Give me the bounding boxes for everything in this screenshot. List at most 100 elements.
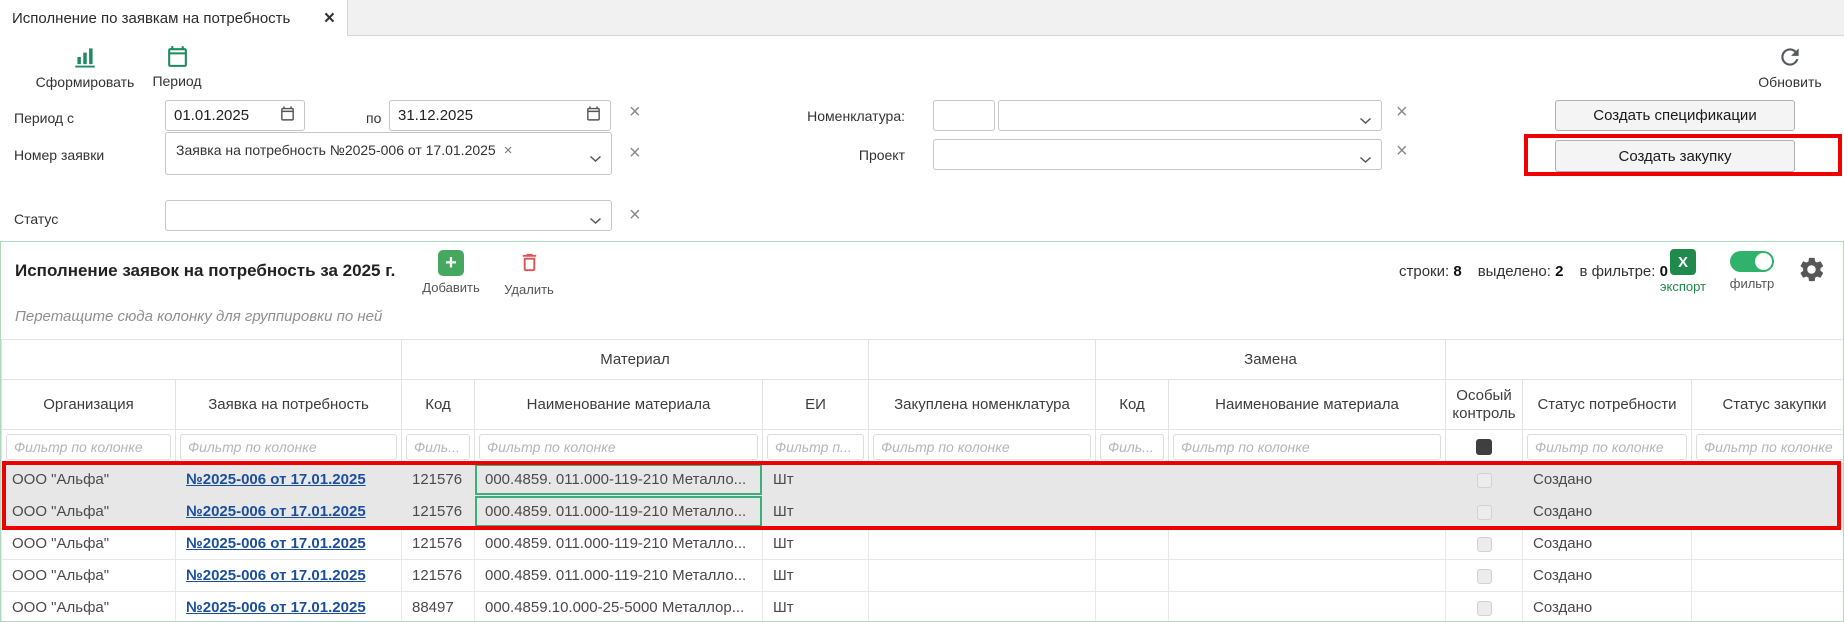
- period-button[interactable]: Период: [146, 44, 208, 89]
- request-cell: №2025-006 от 17.01.2025: [176, 496, 402, 528]
- material-cell[interactable]: 000.4859.10.000-25-5000 Металлор...: [475, 592, 763, 622]
- column-header-code[interactable]: Код: [402, 380, 475, 430]
- filter-input-need-status[interactable]: [1527, 434, 1687, 460]
- column-header-replacement-material[interactable]: Наименование материала: [1169, 380, 1446, 430]
- period-clear-icon[interactable]: ×: [629, 102, 641, 122]
- request-link[interactable]: №2025-006 от 17.01.2025: [186, 599, 366, 616]
- period-to-input[interactable]: 31.12.2025: [389, 100, 611, 131]
- nomenclature-clear-icon[interactable]: ×: [1396, 102, 1408, 122]
- filter-input-org[interactable]: [6, 434, 171, 460]
- filter-input-code[interactable]: [406, 434, 470, 460]
- project-clear-icon[interactable]: ×: [1396, 141, 1408, 161]
- period-to-value: 31.12.2025: [398, 107, 473, 124]
- tab-close-icon[interactable]: ×: [324, 9, 335, 28]
- table-row[interactable]: ООО "Альфа" №2025-006 от 17.01.2025 1215…: [2, 464, 1844, 496]
- org-cell: ООО "Альфа": [2, 496, 176, 528]
- filter-input-purchase-status[interactable]: [1696, 434, 1843, 460]
- row-checkbox[interactable]: [1477, 505, 1492, 520]
- status-clear-icon[interactable]: ×: [629, 205, 641, 225]
- filter-input-purchased[interactable]: [873, 434, 1091, 460]
- create-specifications-button[interactable]: Создать спецификации: [1555, 100, 1795, 131]
- generate-label: Сформировать: [36, 74, 135, 90]
- export-excel-button[interactable]: X экспорт: [1655, 249, 1711, 294]
- need-status-cell: Создано: [1523, 592, 1692, 622]
- column-header-request[interactable]: Заявка на потребность: [176, 380, 402, 430]
- grid-panel: Исполнение заявок на потребность за 2025…: [0, 241, 1844, 622]
- request-link[interactable]: №2025-006 от 17.01.2025: [186, 535, 366, 552]
- chevron-down-icon[interactable]: [589, 150, 602, 168]
- date-picker-icon[interactable]: [585, 105, 602, 126]
- filter-input-replacement-material[interactable]: [1173, 434, 1441, 460]
- column-header-org[interactable]: Организация: [2, 380, 176, 430]
- nomenclature-combo[interactable]: [998, 100, 1382, 131]
- replacement-material-cell: [1169, 560, 1446, 592]
- purchase-status-cell: [1692, 592, 1844, 622]
- project-combo[interactable]: [933, 139, 1382, 170]
- toggle-on-icon[interactable]: [1730, 251, 1774, 272]
- row-checkbox[interactable]: [1477, 473, 1492, 488]
- request-link[interactable]: №2025-006 от 17.01.2025: [186, 567, 366, 584]
- settings-button[interactable]: [1797, 255, 1826, 289]
- row-checkbox[interactable]: [1477, 569, 1492, 584]
- column-header-need-status[interactable]: Статус потребности: [1523, 380, 1692, 430]
- filter-input-replacement-code[interactable]: [1100, 434, 1164, 460]
- table-row[interactable]: ООО "Альфа" №2025-006 от 17.01.2025 1215…: [2, 560, 1844, 592]
- row-checkbox[interactable]: [1477, 601, 1492, 616]
- chevron-down-icon[interactable]: [1359, 151, 1372, 169]
- tab-execution-requests[interactable]: Исполнение по заявкам на потребность ×: [0, 0, 348, 36]
- filter-input-material[interactable]: [479, 434, 758, 460]
- add-row-button[interactable]: + Добавить: [420, 250, 482, 295]
- request-number-combo[interactable]: Заявка на потребность №2025-006 от 17.01…: [165, 132, 612, 175]
- table-row[interactable]: ООО "Альфа" №2025-006 от 17.01.2025 8849…: [2, 592, 1844, 622]
- delete-row-button[interactable]: Удалить: [498, 250, 560, 297]
- table-row[interactable]: ООО "Альфа" №2025-006 от 17.01.2025 1215…: [2, 496, 1844, 528]
- replacement-material-cell: [1169, 464, 1446, 496]
- generate-button[interactable]: Сформировать: [24, 44, 146, 90]
- row-checkbox[interactable]: [1477, 537, 1492, 552]
- replacement-material-cell: [1169, 592, 1446, 622]
- request-link[interactable]: №2025-006 от 17.01.2025: [186, 503, 366, 520]
- control-cell: [1446, 496, 1523, 528]
- chevron-down-icon[interactable]: [1359, 112, 1372, 130]
- unit-cell: Шт: [763, 560, 869, 592]
- material-cell[interactable]: 000.4859. 011.000-119-210 Металло...: [475, 464, 763, 496]
- request-cell: №2025-006 от 17.01.2025: [176, 464, 402, 496]
- create-purchase-button[interactable]: Создать закупку: [1555, 140, 1795, 172]
- column-header-unit[interactable]: ЕИ: [763, 380, 869, 430]
- unit-cell: Шт: [763, 528, 869, 560]
- report-icon: [72, 44, 98, 70]
- column-header-purchase-status[interactable]: Статус закупки: [1692, 380, 1844, 430]
- need-status-cell: Создано: [1523, 528, 1692, 560]
- nomenclature-code-input[interactable]: [933, 100, 995, 131]
- control-filter-checkbox[interactable]: [1476, 439, 1492, 455]
- material-cell[interactable]: 000.4859. 011.000-119-210 Металло...: [475, 496, 763, 528]
- purchased-cell: [869, 528, 1096, 560]
- status-combo[interactable]: [165, 200, 612, 231]
- group-header-empty: [2, 340, 402, 380]
- filter-input-request[interactable]: [180, 434, 397, 460]
- column-header-control[interactable]: Особый контроль: [1446, 380, 1523, 430]
- chevron-down-icon[interactable]: [589, 212, 602, 230]
- request-cell: №2025-006 от 17.01.2025: [176, 528, 402, 560]
- code-cell: 121576: [402, 496, 475, 528]
- control-cell: [1446, 528, 1523, 560]
- request-link[interactable]: №2025-006 от 17.01.2025: [186, 471, 366, 488]
- tag-remove-icon[interactable]: ×: [504, 142, 513, 159]
- period-from-input[interactable]: 01.01.2025: [165, 100, 305, 131]
- filter-input-unit[interactable]: [767, 434, 864, 460]
- group-header-replacement: Замена: [1096, 340, 1446, 380]
- org-cell: ООО "Альфа": [2, 464, 176, 496]
- material-cell[interactable]: 000.4859. 011.000-119-210 Металло...: [475, 560, 763, 592]
- column-header-replacement-code[interactable]: Код: [1096, 380, 1169, 430]
- status-label: Статус: [14, 211, 58, 227]
- column-header-purchased[interactable]: Закуплена номенклатура: [869, 380, 1096, 430]
- request-clear-icon[interactable]: ×: [629, 143, 641, 163]
- material-cell[interactable]: 000.4859. 011.000-119-210 Металло...: [475, 528, 763, 560]
- date-picker-icon[interactable]: [279, 105, 296, 126]
- refresh-button[interactable]: Обновить: [1752, 44, 1828, 90]
- trash-icon: [518, 250, 541, 278]
- table-row[interactable]: ООО "Альфа" №2025-006 от 17.01.2025 1215…: [2, 528, 1844, 560]
- refresh-icon: [1777, 44, 1803, 70]
- filter-toggle[interactable]: фильтр: [1723, 251, 1781, 291]
- column-header-material[interactable]: Наименование материала: [475, 380, 763, 430]
